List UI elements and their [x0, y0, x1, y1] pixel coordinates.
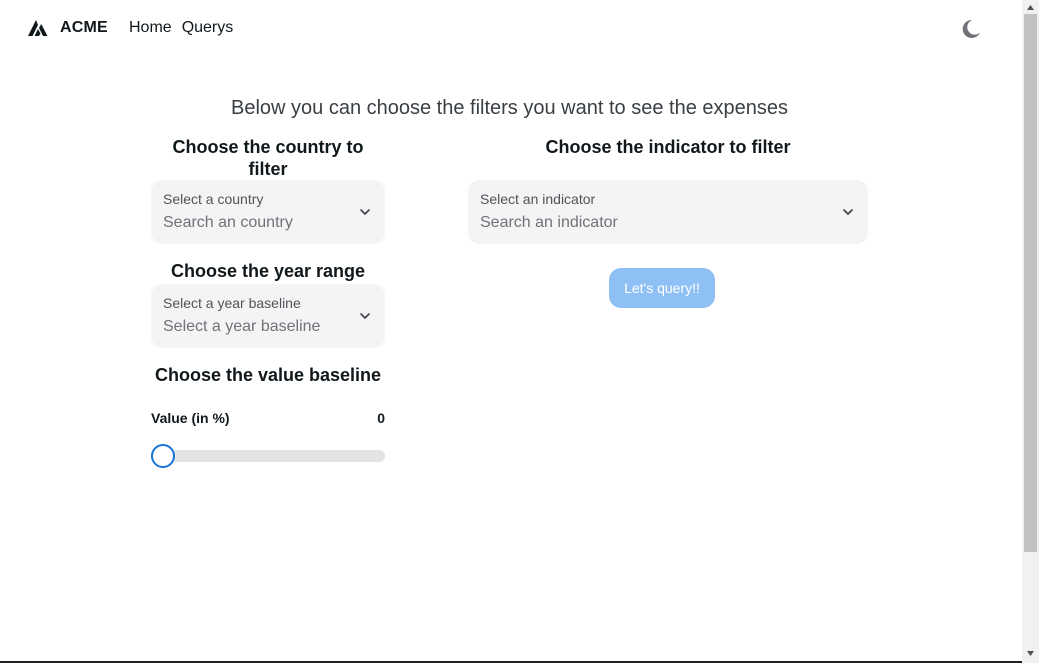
nav-link-home[interactable]: Home [129, 18, 172, 38]
indicator-select[interactable]: Select an indicator Search an indicator [468, 180, 868, 244]
country-search-input[interactable]: Search an country [163, 213, 293, 233]
brand[interactable]: ACME [28, 18, 108, 38]
year-select-label: Select a year baseline [163, 295, 301, 311]
country-select-label: Select a country [163, 191, 264, 207]
slider-label: Value (in %) [151, 410, 230, 426]
chevron-down-icon [359, 310, 371, 322]
query-button[interactable]: Let's query!! [609, 268, 715, 308]
country-select[interactable]: Select a country Search an country [151, 180, 385, 244]
value-slider[interactable] [151, 444, 385, 468]
indicator-title: Choose the indicator to filter [545, 137, 791, 157]
scroll-down-arrow-icon[interactable] [1022, 646, 1039, 663]
navbar: ACME Home Querys [0, 0, 1022, 58]
chevron-down-icon [842, 206, 854, 218]
indicator-select-label: Select an indicator [480, 191, 596, 207]
nav-link-querys[interactable]: Querys [182, 18, 234, 38]
app-viewport: ACME Home Querys Below you can choose th… [0, 0, 1039, 663]
scrollbar[interactable] [1022, 0, 1039, 663]
nav-links: Home Querys [129, 18, 233, 38]
moon-icon[interactable] [960, 18, 982, 40]
indicator-search-input[interactable]: Search an indicator [480, 213, 618, 233]
slider-value: 0 [377, 410, 385, 426]
country-title: Choose the country to filter [172, 137, 364, 179]
scroll-thumb[interactable] [1024, 14, 1037, 552]
acme-logo-icon [28, 20, 48, 36]
year-title: Choose the year range [170, 261, 366, 281]
value-title: Choose the value baseline [154, 365, 382, 385]
chevron-down-icon [359, 206, 371, 218]
slider-thumb[interactable] [151, 444, 175, 468]
page-subtitle: Below you can choose the filters you wan… [230, 97, 788, 119]
year-select-value: Select a year baseline [163, 318, 321, 335]
brand-name: ACME [60, 19, 108, 36]
year-select[interactable]: Select a year baseline Select a year bas… [151, 284, 385, 348]
